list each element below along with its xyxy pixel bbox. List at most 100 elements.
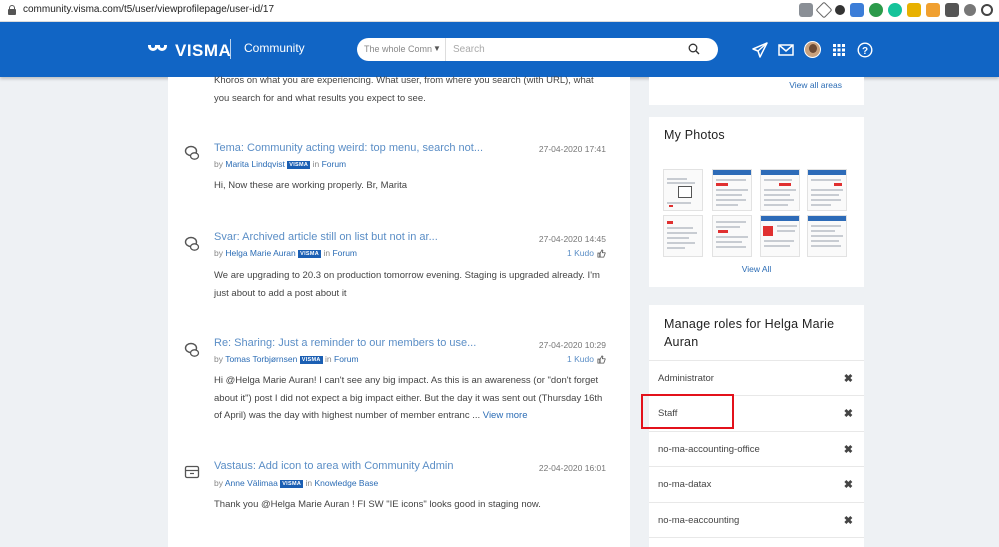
role-row-no-ma-eaccounting: no-ma-eaccounting ✖ [649,502,864,538]
note-extension-icon[interactable] [907,3,921,17]
visma-badge: VISMA [298,250,322,258]
thumbs-up-icon[interactable] [597,248,606,258]
grammarly-icon[interactable] [888,3,902,17]
post-date: 27-04-2020 17:41 [538,144,606,154]
kudo-label: 1 Kudo [567,354,594,364]
role-row-no-ma-datax: no-ma-datax ✖ [649,466,864,502]
visma-badge: VISMA [287,161,311,169]
avatar[interactable] [804,41,821,58]
kudo-count[interactable]: 1 Kudo [567,354,606,364]
circle-extension-icon[interactable] [835,5,845,15]
visma-logo[interactable]: VISMA [148,41,231,61]
svg-text:?: ? [862,45,868,56]
paper-plane-icon[interactable] [752,41,768,58]
author-link[interactable]: Anne Välimaa [225,478,278,488]
post-title-link[interactable]: Re: Sharing: Just a reminder to our memb… [214,337,476,349]
remove-role-icon[interactable]: ✖ [844,443,853,456]
author-link[interactable]: Tomas Torbjørnsen [225,354,297,364]
puzzle-extension-icon[interactable] [964,4,976,16]
role-name: no-ma-datax [658,479,712,490]
lock-icon [8,5,16,15]
role-name: no-ma-accounting-office [658,444,760,455]
in-label: in [323,248,331,258]
remove-role-icon[interactable]: ✖ [844,372,853,385]
post-body: We are upgrading to 20.3 on production t… [214,270,600,299]
in-label: in [325,354,332,364]
in-label: in [305,478,313,488]
view-all-photos-link[interactable]: View All [649,264,864,274]
url-text[interactable]: community.visma.com/t5/user/viewprofilep… [23,4,274,15]
view-all-areas-link[interactable]: View all areas [789,80,842,90]
post-meta: by Tomas Torbjørnsen VISMA in Forum [214,354,359,364]
activity-feed: Khoros on what you are experiencing. Wha… [168,75,630,547]
post-body: Hi, Now these are working properly. Br, … [214,180,408,191]
chevron-down-icon[interactable]: ▼ [433,44,441,53]
shield-extension-icon[interactable] [869,3,883,17]
post-title-link[interactable]: Vastaus: Add icon to area with Community… [214,460,453,472]
photo-thumbnail[interactable] [663,169,703,211]
photo-thumbnail[interactable] [663,215,703,257]
photo-thumbnail[interactable] [760,215,800,257]
photo-thumbnail[interactable] [712,169,752,211]
help-icon[interactable]: ? [857,41,873,58]
post-date: 27-04-2020 14:45 [538,234,606,244]
discussion-icon [184,145,200,160]
post-date: 27-04-2020 10:29 [538,340,606,350]
browser-extensions [799,1,993,19]
visma-badge: VISMA [280,480,304,488]
kudo-label: 1 Kudo [567,248,594,258]
board-link[interactable]: Forum [322,159,347,169]
apps-grid-icon[interactable] [831,42,847,58]
remove-role-icon[interactable]: ✖ [844,478,853,491]
off-extension-icon[interactable] [850,3,864,17]
post-body: Hi @Helga Marie Auran! I can't see any b… [214,372,610,426]
areas-card: View all areas [649,77,864,105]
post-title-link[interactable]: Tema: Community acting weird: top menu, … [214,142,483,154]
bookmark-star-icon[interactable] [815,1,833,19]
post-meta: by Marita Lindqvist VISMA in Forum [214,159,346,169]
my-photos-card: My Photos View All [649,117,864,287]
search-icon[interactable] [688,43,700,55]
board-link[interactable]: Forum [332,248,357,258]
thumbs-up-icon[interactable] [597,354,606,364]
by-label: by [214,248,223,258]
intro-text: Khoros on what you are experiencing. Wha… [214,75,594,104]
header-icons: ? [752,41,873,58]
photo-thumbnail[interactable] [807,169,847,211]
reload-extension-icon[interactable] [981,4,993,16]
remove-role-icon[interactable]: ✖ [844,407,853,420]
discussion-icon [184,342,200,357]
post-meta: by Helga Marie Auran VISMA in Forum [214,248,357,258]
by-label: by [214,159,223,169]
photo-thumbnail[interactable] [807,215,847,257]
author-link[interactable]: Helga Marie Auran [225,248,295,258]
folder-extension-icon[interactable] [926,3,940,17]
translate-icon[interactable] [799,3,813,17]
post-date: 22-04-2020 16:01 [538,463,606,473]
author-link[interactable]: Marita Lindqvist [225,159,285,169]
board-link[interactable]: Knowledge Base [314,478,378,488]
highlight-box [641,394,734,429]
kudo-count[interactable]: 1 Kudo [567,248,606,258]
board-link[interactable]: Forum [334,354,359,364]
brand-name: VISMA [175,41,232,60]
search-bar: The whole Comn ▼ [357,38,718,61]
mail-icon[interactable] [778,42,794,58]
site-header: VISMA Community The whole Comn ▼ ? [0,22,999,77]
camera-extension-icon[interactable] [945,3,959,17]
visma-logo-icon [148,45,170,57]
header-divider [230,39,231,59]
discussion-icon [184,236,200,251]
remove-role-icon[interactable]: ✖ [844,514,853,527]
community-link[interactable]: Community [244,41,305,55]
browser-address-bar[interactable]: community.visma.com/t5/user/viewprofilep… [0,0,999,22]
role-row-administrator: Administrator ✖ [649,360,864,396]
view-more-link[interactable]: View more [483,410,528,421]
role-name: no-ma-eaccounting [658,515,740,526]
search-input[interactable] [453,41,673,58]
role-row-next [649,537,864,547]
photo-thumbnail[interactable] [712,215,752,257]
photo-thumbnail[interactable] [760,169,800,211]
manage-roles-title: Manage roles for Helga Marie Auran [664,317,835,349]
post-title-link[interactable]: Svar: Archived article still on list but… [214,231,438,243]
